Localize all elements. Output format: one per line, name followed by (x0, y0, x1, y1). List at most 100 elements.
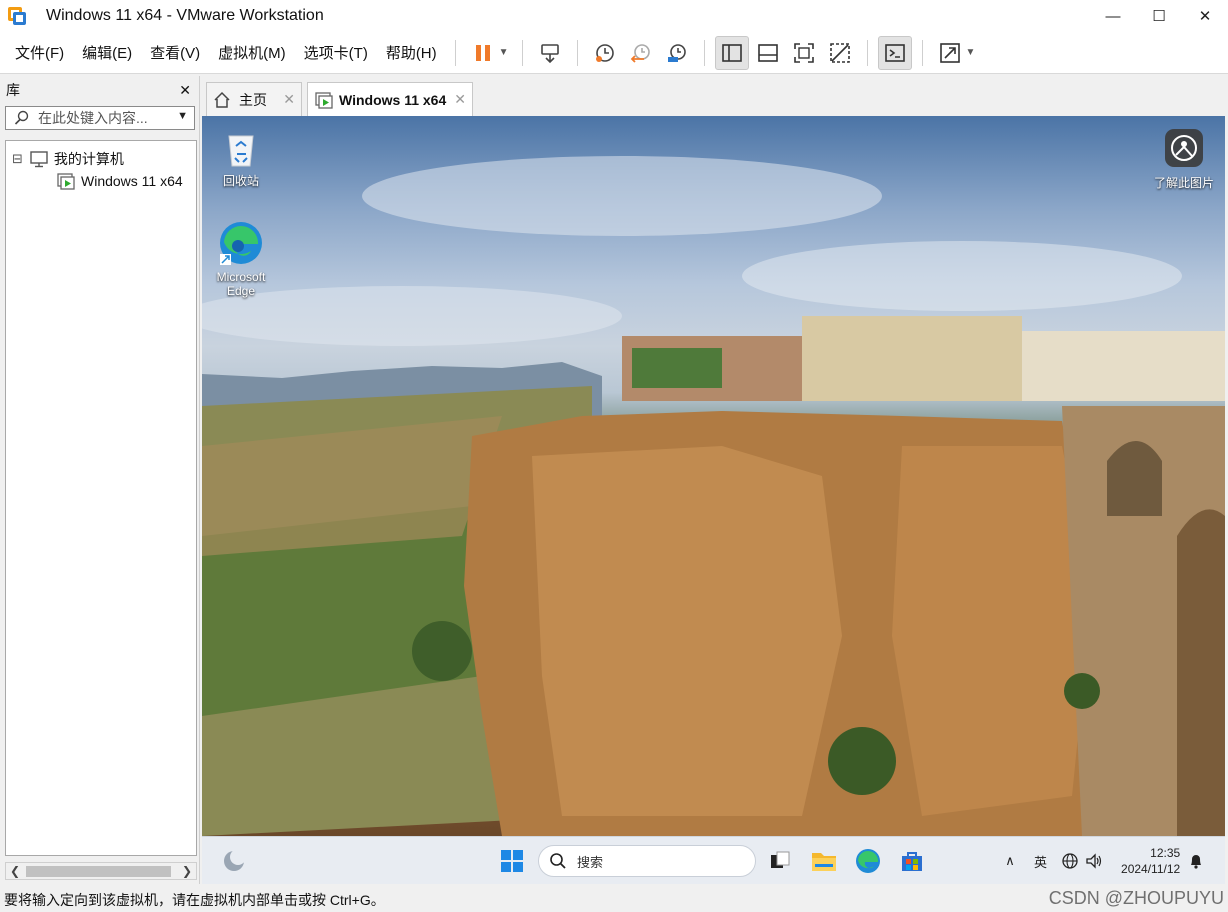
tab-close-icon[interactable]: ✕ (454, 91, 466, 108)
pause-dropdown-chevron-icon[interactable]: ▼ (499, 47, 509, 58)
widgets-button[interactable] (220, 847, 248, 875)
show-hidden-icons-chevron-icon[interactable]: ∧ (1000, 853, 1020, 869)
toolbar-separator (866, 39, 868, 66)
vm-running-icon (315, 91, 333, 109)
system-tray: ∧ 英 12:35 2024/11/12 (1000, 837, 1204, 884)
search-icon (14, 110, 29, 125)
search-icon (550, 853, 566, 869)
tree-item-windows-11-vm[interactable]: Windows 11 x64 (56, 170, 183, 192)
windows-taskbar: 搜索 ∧ 英 12:35 2024/11/12 (202, 836, 1225, 884)
maximize-button[interactable]: ☐ (1136, 0, 1182, 32)
tree-label: Windows 11 x64 (81, 173, 183, 189)
library-close-icon[interactable]: ✕ (179, 82, 191, 99)
speaker-volume-icon[interactable] (1085, 852, 1103, 870)
toolbar-separator (703, 39, 705, 66)
library-panel: 库 ✕ 在此处键入内容... ▼ ⊟ 我的计算机 Windows 11 x64 … (0, 76, 200, 884)
footer-watermark: CSDN @ZHOUPUYU (1048, 888, 1224, 908)
library-title: 库 (6, 82, 20, 98)
start-button[interactable] (498, 847, 526, 875)
full-screen-button[interactable] (787, 36, 821, 70)
library-pane-icon (721, 43, 742, 62)
menu-edit[interactable]: 编辑(E) (73, 32, 141, 74)
stretch-guest-button[interactable] (933, 36, 967, 70)
window-controls: — ☐ ✕ (1090, 0, 1228, 32)
pause-button[interactable] (466, 36, 500, 70)
search-label: 搜索 (577, 854, 604, 870)
tab-strip: 主页 ✕ Windows 11 x64 ✕ (202, 76, 1228, 116)
console-view-button[interactable] (877, 35, 912, 70)
scroll-right-icon[interactable]: ❯ (182, 864, 192, 878)
notification-bell-icon[interactable] (1188, 852, 1204, 870)
collapse-icon[interactable]: ⊟ (12, 151, 23, 167)
send-keys-icon (540, 43, 559, 63)
unity-mode-button[interactable] (823, 36, 857, 70)
close-button[interactable]: ✕ (1182, 0, 1228, 32)
desktop-icon-label: 回收站 (222, 174, 259, 188)
scroll-left-icon[interactable]: ❮ (10, 864, 20, 878)
library-search-input[interactable]: 在此处键入内容... ▼ (5, 106, 195, 130)
full-screen-icon (793, 42, 814, 63)
library-tree: ⊟ 我的计算机 Windows 11 x64 (5, 140, 197, 856)
edge-browser-icon (856, 849, 880, 873)
vm-running-icon (57, 173, 75, 190)
vmware-window: Windows 11 x64 - VMware Workstation — ☐ … (0, 0, 1228, 912)
store-bag-icon (902, 852, 922, 871)
menu-vm[interactable]: 虚拟机(M) (209, 32, 295, 74)
weather-moon-icon (224, 849, 246, 871)
network-globe-icon[interactable] (1061, 852, 1079, 870)
edge-browser-icon (220, 222, 262, 265)
learn-picture-icon (1165, 129, 1203, 167)
clock-time: 12:35 (1150, 846, 1181, 860)
toolbar-separator (454, 39, 456, 66)
status-message: 要将输入定向到该虚拟机，请在虚拟机内部单击或按 Ctrl+G。 (4, 892, 385, 908)
file-explorer-button[interactable] (810, 847, 838, 875)
snapshot-clock-icon (595, 43, 614, 62)
console-icon (884, 43, 905, 62)
clock[interactable]: 12:35 2024/11/12 (1121, 845, 1180, 877)
toolbar-separator (921, 39, 923, 66)
menu-view[interactable]: 查看(V) (141, 32, 209, 74)
tree-item-my-computer[interactable]: ⊟ 我的计算机 (12, 148, 124, 170)
recycle-bin-icon (228, 135, 254, 167)
menu-toolbar: 文件(F) 编辑(E) 查看(V) 虚拟机(M) 选项卡(T) 帮助(H) ▼ (0, 32, 1228, 74)
home-icon (214, 91, 230, 108)
show-library-button[interactable] (714, 35, 749, 70)
stretch-icon (939, 42, 960, 63)
menu-tabs[interactable]: 选项卡(T) (295, 32, 377, 74)
menu-file[interactable]: 文件(F) (6, 32, 73, 74)
microsoft-store-button[interactable] (898, 847, 926, 875)
revert-snapshot-button[interactable] (624, 36, 658, 70)
task-view-button[interactable] (766, 847, 794, 875)
vm-console-screen[interactable]: 回收站 Microsoft Edge 了解此图片 搜索 ∧ 英 12:35 20… (202, 116, 1225, 884)
toolbar-separator (576, 39, 578, 66)
tab-close-icon[interactable]: ✕ (283, 91, 295, 108)
status-bar: 要将输入定向到该虚拟机，请在虚拟机内部单击或按 Ctrl+G。 CSDN @ZH… (0, 888, 1228, 912)
task-view-icon (771, 851, 790, 868)
thumbnail-bar-button[interactable] (751, 36, 785, 70)
snapshot-manager-button[interactable] (660, 36, 694, 70)
stretch-dropdown-chevron-icon[interactable]: ▼ (966, 47, 976, 58)
title-bar: Windows 11 x64 - VMware Workstation — ☐ … (0, 0, 1228, 32)
thumbnail-bar-icon (757, 43, 778, 62)
tab-home[interactable]: 主页 ✕ (206, 82, 302, 116)
library-horizontal-scrollbar[interactable]: ❮ ❯ (5, 862, 197, 880)
desktop-icon-label: Microsoft Edge (216, 270, 266, 298)
desktop-icon-recycle-bin[interactable]: 回收站 (206, 128, 276, 189)
learn-about-picture[interactable]: 了解此图片 (1144, 128, 1224, 191)
send-ctrl-alt-del-button[interactable] (533, 36, 567, 70)
desktop-icon-microsoft-edge[interactable]: Microsoft Edge (206, 220, 276, 298)
input-method-indicator[interactable]: 英 (1034, 852, 1047, 871)
window-title: Windows 11 x64 - VMware Workstation (46, 7, 324, 24)
scrollbar-thumb[interactable] (26, 866, 171, 877)
take-snapshot-button[interactable] (588, 36, 622, 70)
taskbar-search-box[interactable]: 搜索 (538, 845, 756, 877)
minimize-button[interactable]: — (1090, 0, 1136, 32)
library-search-dropdown-icon[interactable]: ▼ (177, 110, 188, 122)
pause-icon (475, 44, 490, 61)
tab-windows-11-x64[interactable]: Windows 11 x64 ✕ (307, 82, 473, 116)
vmware-logo-icon (6, 5, 28, 27)
clock-date: 2024/11/12 (1121, 862, 1181, 876)
menu-help[interactable]: 帮助(H) (377, 32, 446, 74)
edge-taskbar-button[interactable] (854, 847, 882, 875)
snapshot-manager-icon (667, 43, 686, 62)
